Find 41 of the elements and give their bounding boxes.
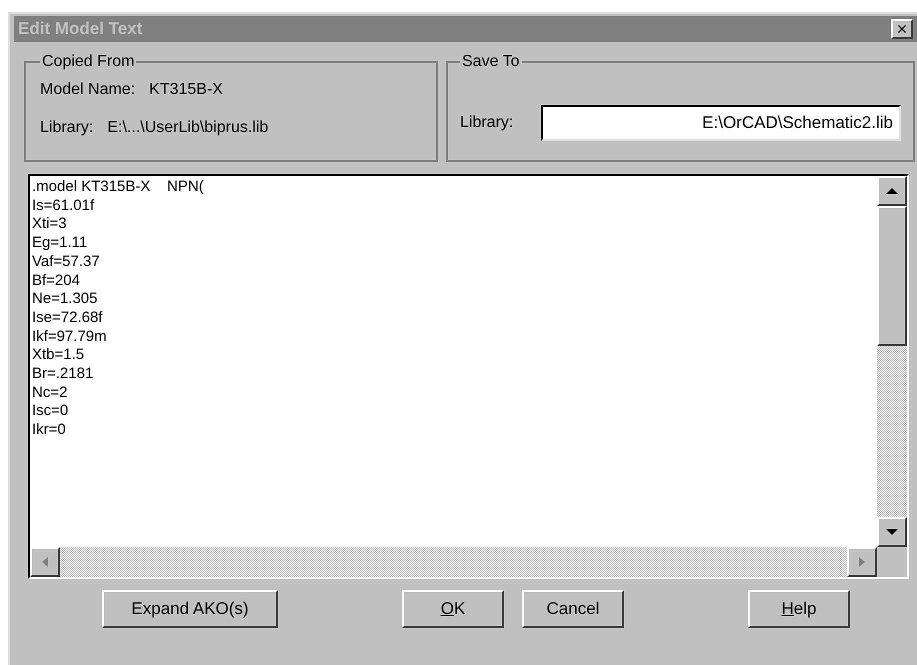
scroll-left-button[interactable] <box>30 547 60 577</box>
code-line: Is=61.01f <box>32 196 94 216</box>
code-line: Isc=0 <box>32 402 68 422</box>
code-line: .model KT315B-X NPN( <box>32 178 204 197</box>
up-arrow-icon <box>886 188 898 194</box>
field-value: KT315B-X <box>149 80 223 100</box>
scroll-down-button[interactable] <box>877 517 907 547</box>
dialog-button[interactable]: Help <box>748 590 850 628</box>
code-line: Vaf=57.37 <box>32 252 100 272</box>
code-line: Xti=3 <box>32 215 67 234</box>
horizontal-scrollbar[interactable] <box>30 547 877 577</box>
left-arrow-icon <box>42 557 48 567</box>
close-button[interactable]: × <box>891 19 913 39</box>
field-label: Library: <box>40 118 94 138</box>
code-line: Bf=204 <box>32 272 80 290</box>
code-line: Eg=1.11 <box>32 234 88 253</box>
group-title: Copied From <box>41 52 136 72</box>
group-title: Save To <box>461 52 521 72</box>
window-title: Edit Model Text <box>18 18 142 40</box>
scroll-thumb[interactable] <box>877 206 907 346</box>
dialog-button[interactable]: Expand AKO(s) <box>102 590 278 628</box>
code-line: Nc=2 <box>32 384 68 402</box>
field-value: E:\...\UserLib\biprus.lib <box>107 118 268 138</box>
scrollbar-corner <box>877 547 907 577</box>
model-text-editor[interactable]: .model KT315B-X NPN( Is=61.01f Xti=3 Eg=1.11 Vaf=57.37 Bf=204 Ne=1.305 Ise=72.68f Ikf=97.79m Xtb=1.5 Br=.2181 Nc=2 Isc=0 Ikr=0 <box>28 174 909 579</box>
code-line: Xtb=1.5 <box>32 346 84 366</box>
scroll-up-button[interactable] <box>877 176 907 206</box>
vertical-scrollbar[interactable] <box>877 176 907 547</box>
library-label: Library: <box>460 113 514 133</box>
down-arrow-icon <box>886 529 898 535</box>
dialog-button[interactable]: OK <box>402 590 504 628</box>
code-line: Ikr=0 <box>32 421 66 440</box>
right-arrow-icon <box>859 557 865 567</box>
library-field[interactable]: E:\OrCAD\Schematic2.lib <box>541 105 901 141</box>
dialog-button[interactable]: Cancel <box>522 590 624 628</box>
field-label: Model Name: <box>40 80 136 100</box>
code-line: Br=.2181 <box>32 365 94 384</box>
code-line: Ikf=97.79m <box>32 328 107 346</box>
code-line: Ise=72.68f <box>32 308 102 328</box>
scroll-right-button[interactable] <box>847 547 877 577</box>
code-line: Ne=1.305 <box>32 290 98 309</box>
